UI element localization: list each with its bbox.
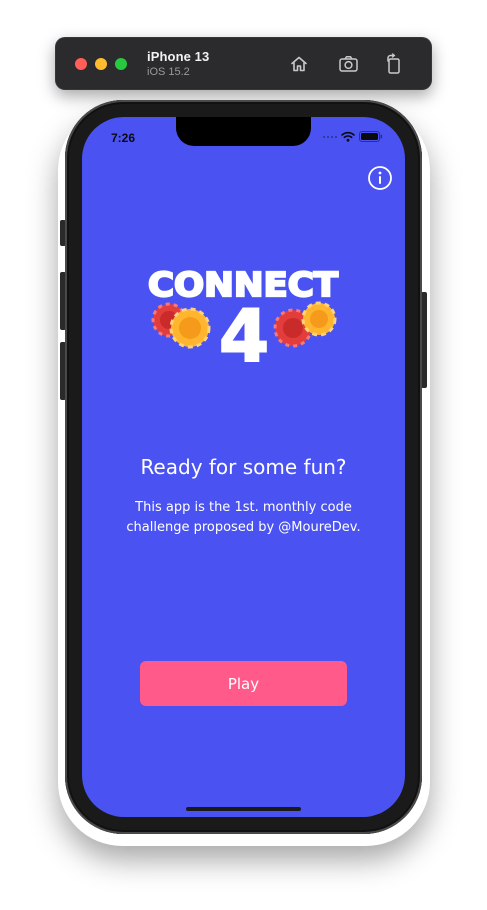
window-minimize-button[interactable] (95, 58, 107, 70)
simulator-toolbar: iPhone 13 iOS 15.2 (55, 37, 432, 90)
headline: Ready for some fun? (140, 455, 347, 479)
device-name: iPhone 13 (147, 49, 210, 64)
yellow-chip-left (169, 307, 211, 349)
signal-icon (323, 135, 337, 138)
status-time: 7:26 (111, 131, 136, 145)
simulator-stage: iPhone 13 iOS 15.2 7:26 CONNECT 4 Ready … (0, 0, 487, 910)
notch (176, 117, 311, 146)
home-icon (291, 56, 307, 72)
camera-icon (339, 56, 358, 72)
status-icons (323, 131, 383, 142)
yellow-chip-right (301, 301, 337, 337)
connect4-logo: CONNECT 4 (147, 264, 340, 364)
info-button[interactable] (367, 165, 393, 191)
os-version: iOS 15.2 (147, 66, 190, 78)
rotate-icon (387, 53, 400, 74)
play-button[interactable]: Play (140, 661, 347, 706)
window-zoom-button[interactable] (115, 58, 127, 70)
info-icon (368, 166, 392, 190)
battery-icon (359, 131, 383, 142)
rotate-button[interactable] (383, 53, 405, 75)
home-indicator (186, 807, 301, 811)
window-close-button[interactable] (75, 58, 87, 70)
logo-number: 4 (219, 294, 269, 364)
app-screen: 7:26 CONNECT 4 Ready for some fun? This … (82, 117, 405, 817)
home-button[interactable] (288, 53, 310, 75)
wifi-icon (341, 131, 355, 142)
screenshot-button[interactable] (338, 53, 360, 75)
description: This app is the 1st. monthly code challe… (126, 500, 361, 535)
